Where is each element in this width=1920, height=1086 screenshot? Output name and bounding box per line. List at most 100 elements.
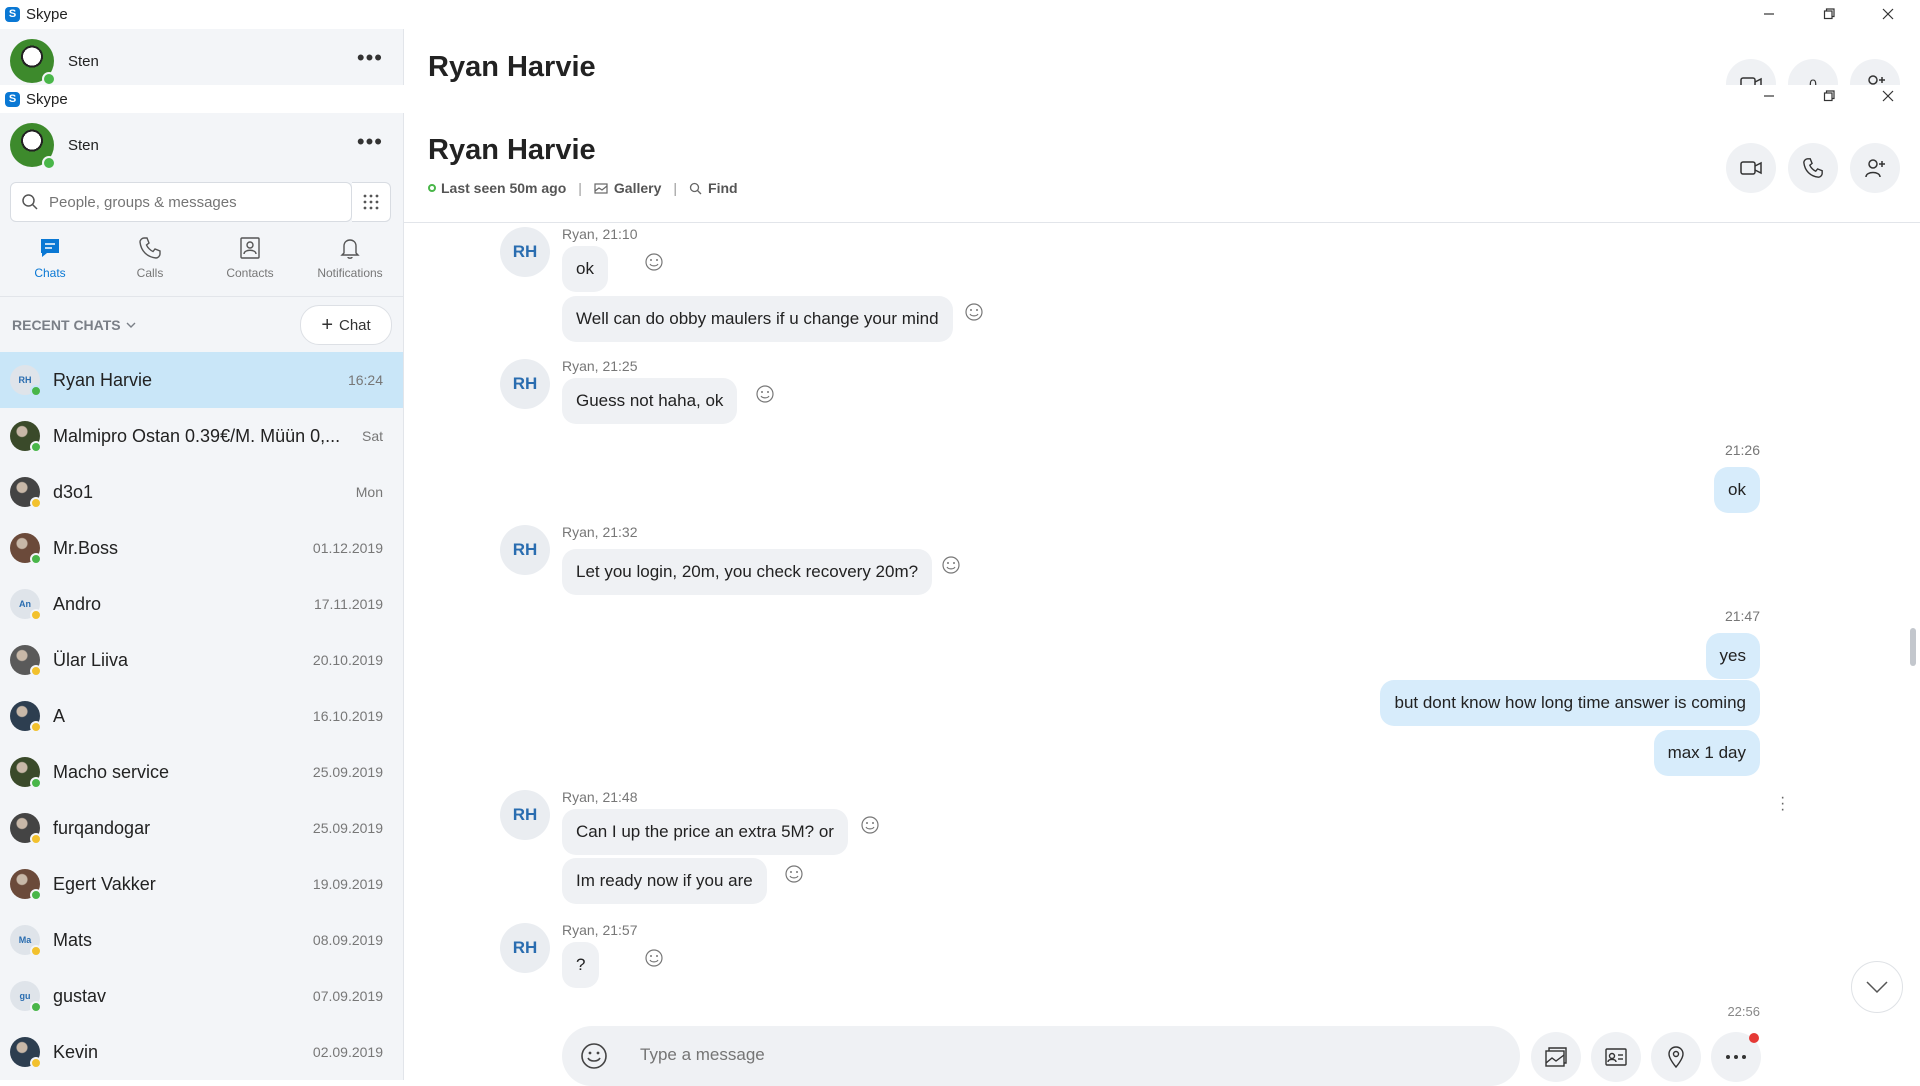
chat-time: 07.09.2019	[312, 988, 383, 1004]
message-meta: Ryan, 21:32	[562, 524, 638, 540]
chat-list-item[interactable]: Egert Vakker 19.09.2019	[0, 856, 403, 912]
conversation-title: Ryan Harvie	[428, 134, 596, 166]
chat-name: Mr.Boss	[53, 537, 119, 558]
incoming-message[interactable]: Guess not haha, ok	[562, 378, 738, 424]
contacts-icon	[240, 237, 260, 259]
chat-list-item[interactable]: An Andro 17.11.2019	[0, 576, 403, 632]
add-reaction-icon[interactable]	[941, 555, 961, 575]
outgoing-message[interactable]: max 1 day	[1653, 730, 1760, 776]
status-dot	[42, 156, 56, 170]
send-file-button[interactable]	[1531, 1032, 1581, 1082]
add-reaction-icon[interactable]	[755, 384, 775, 404]
avatar-initials: Ma	[18, 935, 32, 945]
contact-card-icon	[1605, 1048, 1627, 1066]
video-camera-icon	[1740, 161, 1762, 175]
incoming-message[interactable]: ?	[562, 942, 600, 988]
contact-avatar	[10, 757, 42, 789]
outgoing-message[interactable]: yes	[1705, 633, 1760, 679]
chat-time: 02.09.2019	[312, 1044, 383, 1060]
close-button[interactable]	[1864, 82, 1912, 110]
contact-avatar: RH	[500, 923, 550, 973]
message-time: 21:26	[1724, 442, 1760, 458]
add-reaction-icon[interactable]	[644, 948, 664, 968]
phone-icon	[139, 237, 161, 259]
chat-list-item[interactable]: Kevin 02.09.2019	[0, 1024, 403, 1080]
plus-icon: +	[321, 314, 333, 336]
restore-button[interactable]	[1805, 0, 1853, 28]
chat-list-item[interactable]: furqandogar 25.09.2019	[0, 800, 403, 856]
new-chat-button[interactable]: + Chat	[300, 305, 392, 345]
chat-list-item[interactable]: Ma Mats 08.09.2019	[0, 912, 403, 968]
gallery-icon	[594, 183, 608, 194]
incoming-message[interactable]: ok	[562, 246, 608, 292]
scroll-to-bottom-button[interactable]	[1851, 961, 1903, 1013]
tab-calls[interactable]: Calls	[100, 236, 200, 294]
chat-list-item[interactable]: Macho service 25.09.2019	[0, 744, 403, 800]
add-reaction-icon[interactable]	[784, 864, 804, 884]
ghost-sidebar: Sten •••	[0, 29, 404, 85]
emoji-button[interactable]	[580, 1042, 608, 1070]
contact-avatar	[10, 701, 42, 733]
presence-dot	[30, 385, 42, 397]
recent-chats-label: RECENT CHATS	[12, 317, 121, 333]
message-meta: Ryan, 21:25	[562, 358, 638, 374]
outgoing-message[interactable]: ok	[1714, 467, 1760, 513]
message-input[interactable]	[638, 1044, 1342, 1066]
add-reaction-icon[interactable]	[860, 815, 880, 835]
close-button[interactable]	[1864, 0, 1912, 28]
chat-list-item[interactable]: d3o1 Mon	[0, 464, 403, 520]
tab-label: Chats	[34, 266, 66, 280]
presence-dot	[30, 441, 42, 453]
tab-contacts[interactable]: Contacts	[200, 236, 300, 294]
chat-time: 17.11.2019	[313, 596, 383, 612]
scrollbar-thumb[interactable]	[1910, 628, 1916, 666]
tab-chats[interactable]: Chats	[0, 236, 100, 294]
location-pin-icon	[1668, 1046, 1684, 1069]
minimize-button[interactable]	[1745, 82, 1793, 110]
dialpad-button[interactable]	[352, 182, 391, 222]
message-options-button[interactable]: · · ·	[1780, 790, 1785, 818]
more-options-button[interactable]: •••	[357, 45, 383, 71]
incoming-message[interactable]: Im ready now if you are	[562, 858, 767, 904]
ghost-profile: Sten •••	[0, 29, 403, 85]
minimize-button[interactable]	[1745, 0, 1793, 28]
audio-call-button[interactable]	[1788, 143, 1838, 193]
add-reaction-icon[interactable]	[964, 302, 984, 322]
header-divider	[404, 222, 1920, 223]
incoming-message[interactable]: Can I up the price an extra 5M? or	[562, 809, 848, 855]
message-time: 22:56	[1727, 1004, 1760, 1018]
contact-avatar: RH	[500, 525, 550, 575]
incoming-message[interactable]: Well can do obby maulers if u change you…	[562, 296, 953, 342]
recent-chats-toggle[interactable]: RECENT CHATS	[12, 317, 136, 333]
avatar-initials: RH	[18, 375, 32, 385]
chat-list-item[interactable]: Malmipro Ostan 0.39€/M. Müün 0,... Sat	[0, 408, 403, 464]
video-call-button[interactable]	[1726, 143, 1776, 193]
find-link[interactable]: Find	[689, 180, 738, 196]
chat-list-item[interactable]: A 16.10.2019	[0, 688, 403, 744]
incoming-message[interactable]: Let you login, 20m, you check recovery 2…	[562, 549, 933, 595]
presence-dot	[30, 833, 42, 845]
tab-notifications[interactable]: Notifications	[300, 236, 400, 294]
chat-list-item[interactable]: gu gustav 07.09.2019	[0, 968, 403, 1024]
contact-avatar: gu	[10, 981, 42, 1013]
conversation-title: Ryan Harvie	[428, 51, 596, 83]
send-contact-button[interactable]	[1591, 1032, 1641, 1082]
add-people-button[interactable]	[1850, 143, 1900, 193]
message-composer	[562, 1026, 1520, 1086]
send-location-button[interactable]	[1651, 1032, 1701, 1082]
chat-list: RH Ryan Harvie 16:24 Malmipro Ostan 0.39€/M…	[0, 352, 403, 1080]
chat-time: Sat	[361, 428, 383, 444]
more-options-button[interactable]: •••	[357, 129, 383, 155]
chat-list-item[interactable]: Mr.Boss 01.12.2019	[0, 520, 403, 576]
chat-list-item[interactable]: RH Ryan Harvie 16:24	[0, 352, 403, 408]
chat-name: d3o1	[53, 481, 94, 502]
outgoing-message[interactable]: but dont know how long time answer is co…	[1380, 680, 1760, 726]
chat-list-item[interactable]: Ülar Liiva 20.10.2019	[0, 632, 403, 688]
gallery-link[interactable]: Gallery	[594, 180, 661, 196]
chat-time: 16.10.2019	[312, 708, 383, 724]
restore-button[interactable]	[1805, 82, 1853, 110]
chat-time: 25.09.2019	[312, 820, 383, 836]
add-reaction-icon[interactable]	[644, 252, 664, 272]
search-input[interactable]	[47, 192, 331, 212]
chat-name: Ülar Liiva	[53, 649, 129, 670]
